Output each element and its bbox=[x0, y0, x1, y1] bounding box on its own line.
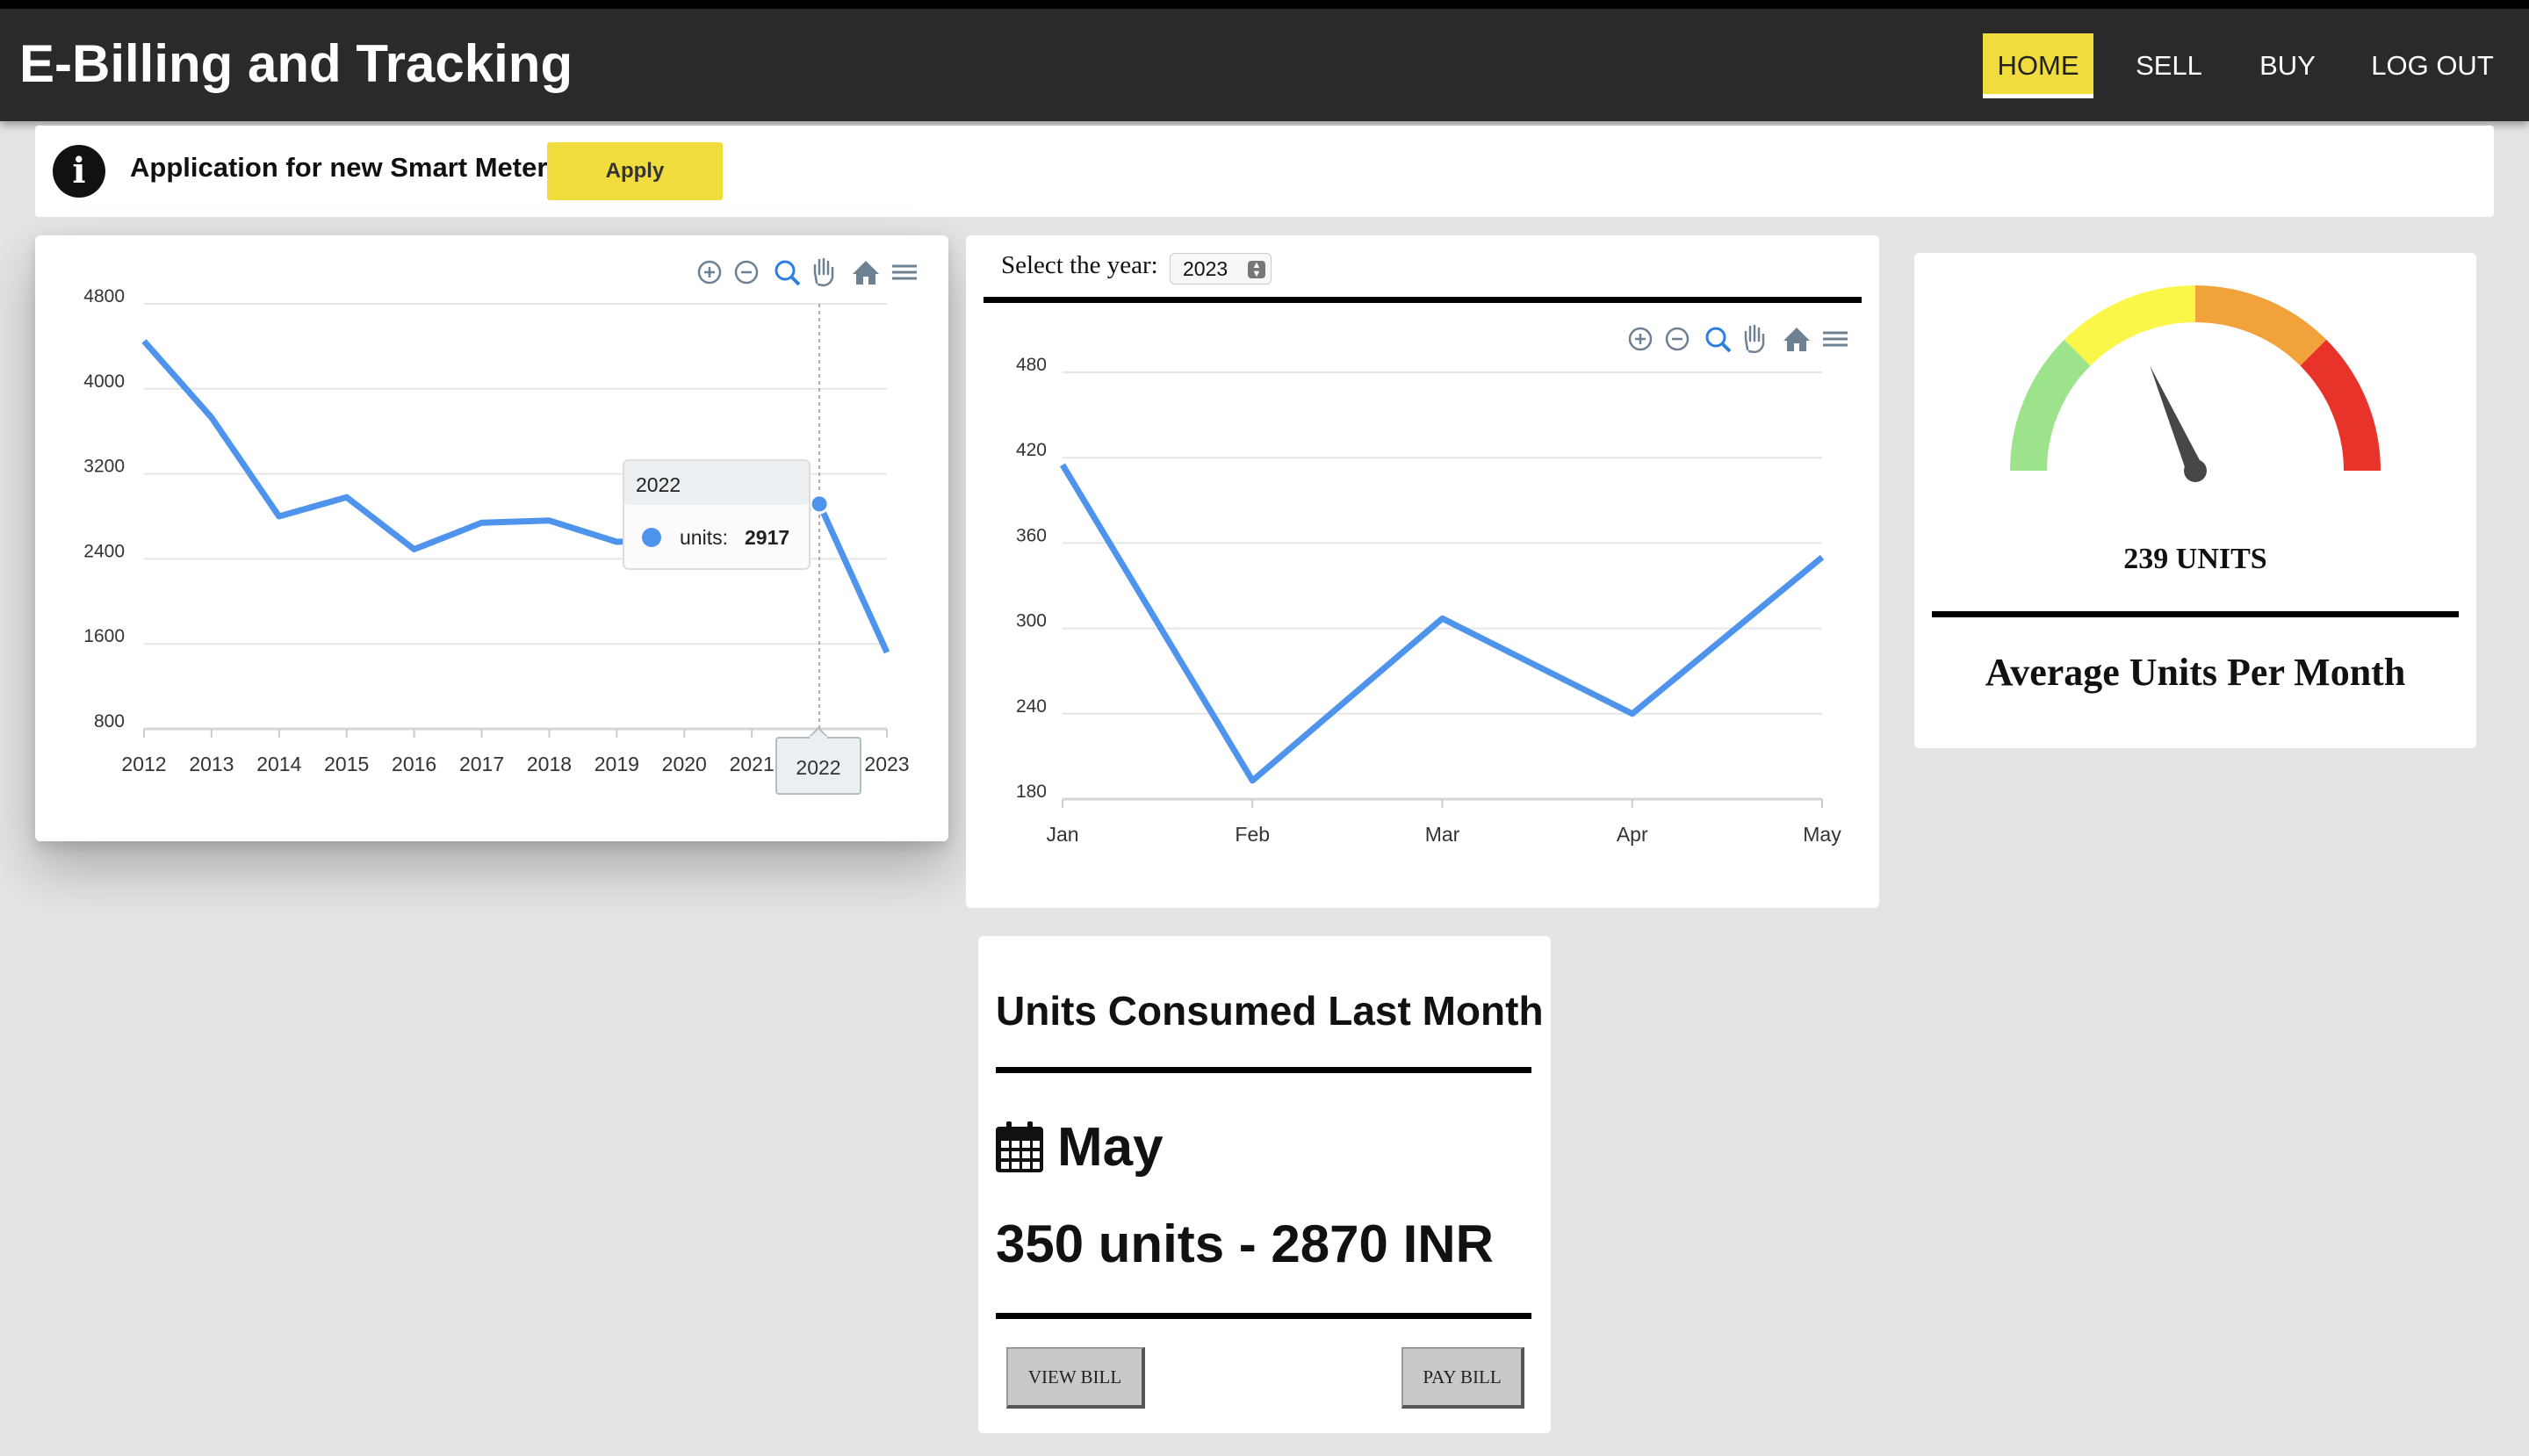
x-tick-label: Jan bbox=[1046, 823, 1078, 846]
gauge-needle bbox=[2150, 365, 2207, 482]
divider bbox=[996, 1067, 1531, 1073]
selection-zoom-icon[interactable] bbox=[775, 260, 801, 286]
menu-icon[interactable] bbox=[1823, 331, 1848, 347]
top-navbar: E-Billing and Tracking HOME SELL BUY LOG… bbox=[0, 0, 2529, 121]
x-tick-label: 2023 bbox=[864, 753, 909, 775]
zoom-out-icon[interactable] bbox=[1665, 327, 1690, 351]
yearly-usage-chart-card: 800 1600 2400 3200 4000 4800 2012 2013 2014 2015… bbox=[35, 235, 948, 841]
view-bill-button[interactable]: VIEW BILL bbox=[1006, 1347, 1145, 1409]
home-reset-icon[interactable] bbox=[1783, 328, 1810, 351]
nav-buy[interactable]: BUY bbox=[2246, 33, 2329, 98]
x-tick-label: Mar bbox=[1425, 823, 1460, 846]
app-title: E-Billing and Tracking bbox=[19, 34, 573, 93]
pan-hand-icon[interactable] bbox=[1744, 324, 1765, 354]
tooltip-title: 2022 bbox=[636, 473, 681, 496]
gauge-caption: Average Units Per Month bbox=[1985, 651, 2406, 694]
y-tick-label: 4000 bbox=[83, 371, 125, 392]
x-tick-label: 2014 bbox=[256, 753, 301, 775]
divider bbox=[996, 1313, 1531, 1319]
x-tick-label: 2016 bbox=[392, 753, 436, 775]
nav-home[interactable]: HOME bbox=[1983, 33, 2093, 98]
zoom-in-icon[interactable] bbox=[697, 260, 722, 285]
x-tick-label: 2019 bbox=[594, 753, 639, 775]
y-tick-label: 800 bbox=[94, 711, 125, 732]
notice-text: Application for new Smart Meter bbox=[130, 152, 548, 183]
pay-bill-button[interactable]: PAY BILL bbox=[1401, 1347, 1524, 1409]
y-tick-label: 1600 bbox=[83, 626, 125, 646]
monthly-usage-card: Select the year: 2023 ▲ ▼ 180 240 300 360 420… bbox=[966, 235, 1879, 908]
month-name: May bbox=[1057, 1117, 1164, 1178]
gauge-segment bbox=[2064, 285, 2196, 366]
svg-text:2022: 2022 bbox=[796, 756, 840, 779]
average-units-gauge bbox=[2010, 285, 2381, 482]
y-tick-label: 2400 bbox=[83, 541, 125, 561]
monthly-usage-chart[interactable]: 180 240 300 360 420 480 Jan Feb Mar Apr May bbox=[966, 235, 1879, 908]
y-tick-label: 360 bbox=[1016, 525, 1047, 545]
selection-zoom-icon[interactable] bbox=[1705, 327, 1732, 353]
x-tick-label: May bbox=[1803, 823, 1841, 846]
y-tick-label: 3200 bbox=[83, 457, 125, 477]
gauge-value: 239 UNITS bbox=[2123, 543, 2267, 575]
menu-icon[interactable] bbox=[892, 264, 917, 280]
gauge-segment bbox=[2194, 285, 2327, 366]
gauge-segment bbox=[2300, 339, 2381, 472]
last-month-title: Units Consumed Last Month bbox=[996, 988, 1544, 1034]
tooltip: 2022 units: 2917 bbox=[623, 459, 811, 570]
crosshair-x-label: 2022 bbox=[775, 726, 861, 795]
x-tick-label: 2020 bbox=[662, 753, 707, 775]
x-tick-label: 2018 bbox=[527, 753, 572, 775]
apply-button[interactable]: Apply bbox=[547, 142, 723, 200]
yearly-usage-chart[interactable]: 800 1600 2400 3200 4000 4800 2012 2013 2014 2015… bbox=[35, 235, 948, 841]
x-tick-label: Feb bbox=[1235, 823, 1270, 846]
y-tick-label: 240 bbox=[1016, 696, 1047, 717]
y-tick-label: 4800 bbox=[83, 286, 125, 306]
average-units-gauge-card: 239 UNITS Average Units Per Month bbox=[1914, 253, 2476, 748]
y-tick-label: 180 bbox=[1016, 782, 1047, 802]
tooltip-value: 2917 bbox=[745, 526, 789, 549]
pan-hand-icon[interactable] bbox=[813, 257, 834, 287]
info-icon: i bbox=[53, 145, 105, 198]
y-tick-label: 300 bbox=[1016, 611, 1047, 631]
nav-sell[interactable]: SELL bbox=[2125, 33, 2213, 98]
x-tick-label: 2012 bbox=[121, 753, 166, 775]
series-line-monthly bbox=[1060, 463, 1825, 784]
smart-meter-notice: i Application for new Smart Meter Apply bbox=[35, 126, 2494, 217]
nav-logout[interactable]: LOG OUT bbox=[2362, 33, 2503, 98]
zoom-in-icon[interactable] bbox=[1628, 327, 1653, 351]
home-reset-icon[interactable] bbox=[853, 261, 879, 285]
x-tick-label: 2017 bbox=[459, 753, 504, 775]
tooltip-series-marker bbox=[642, 528, 661, 547]
y-tick-label: 420 bbox=[1016, 440, 1047, 460]
x-tick-label: Apr bbox=[1617, 823, 1648, 846]
data-point-marker[interactable] bbox=[809, 494, 830, 515]
x-tick-label: 2013 bbox=[189, 753, 234, 775]
x-tick-label: 2021 bbox=[730, 753, 775, 775]
usage-summary: 350 units - 2870 INR bbox=[996, 1215, 1494, 1273]
divider bbox=[1932, 611, 2459, 617]
tooltip-series-label: units: bbox=[680, 526, 728, 549]
y-tick-label: 480 bbox=[1016, 355, 1047, 375]
last-month-card: Units Consumed Last Month May 350 units … bbox=[978, 936, 1551, 1433]
x-tick-label: 2015 bbox=[324, 753, 369, 775]
gauge-segment bbox=[2010, 339, 2091, 472]
calendar-icon bbox=[996, 1121, 1043, 1172]
zoom-out-icon[interactable] bbox=[734, 260, 759, 285]
